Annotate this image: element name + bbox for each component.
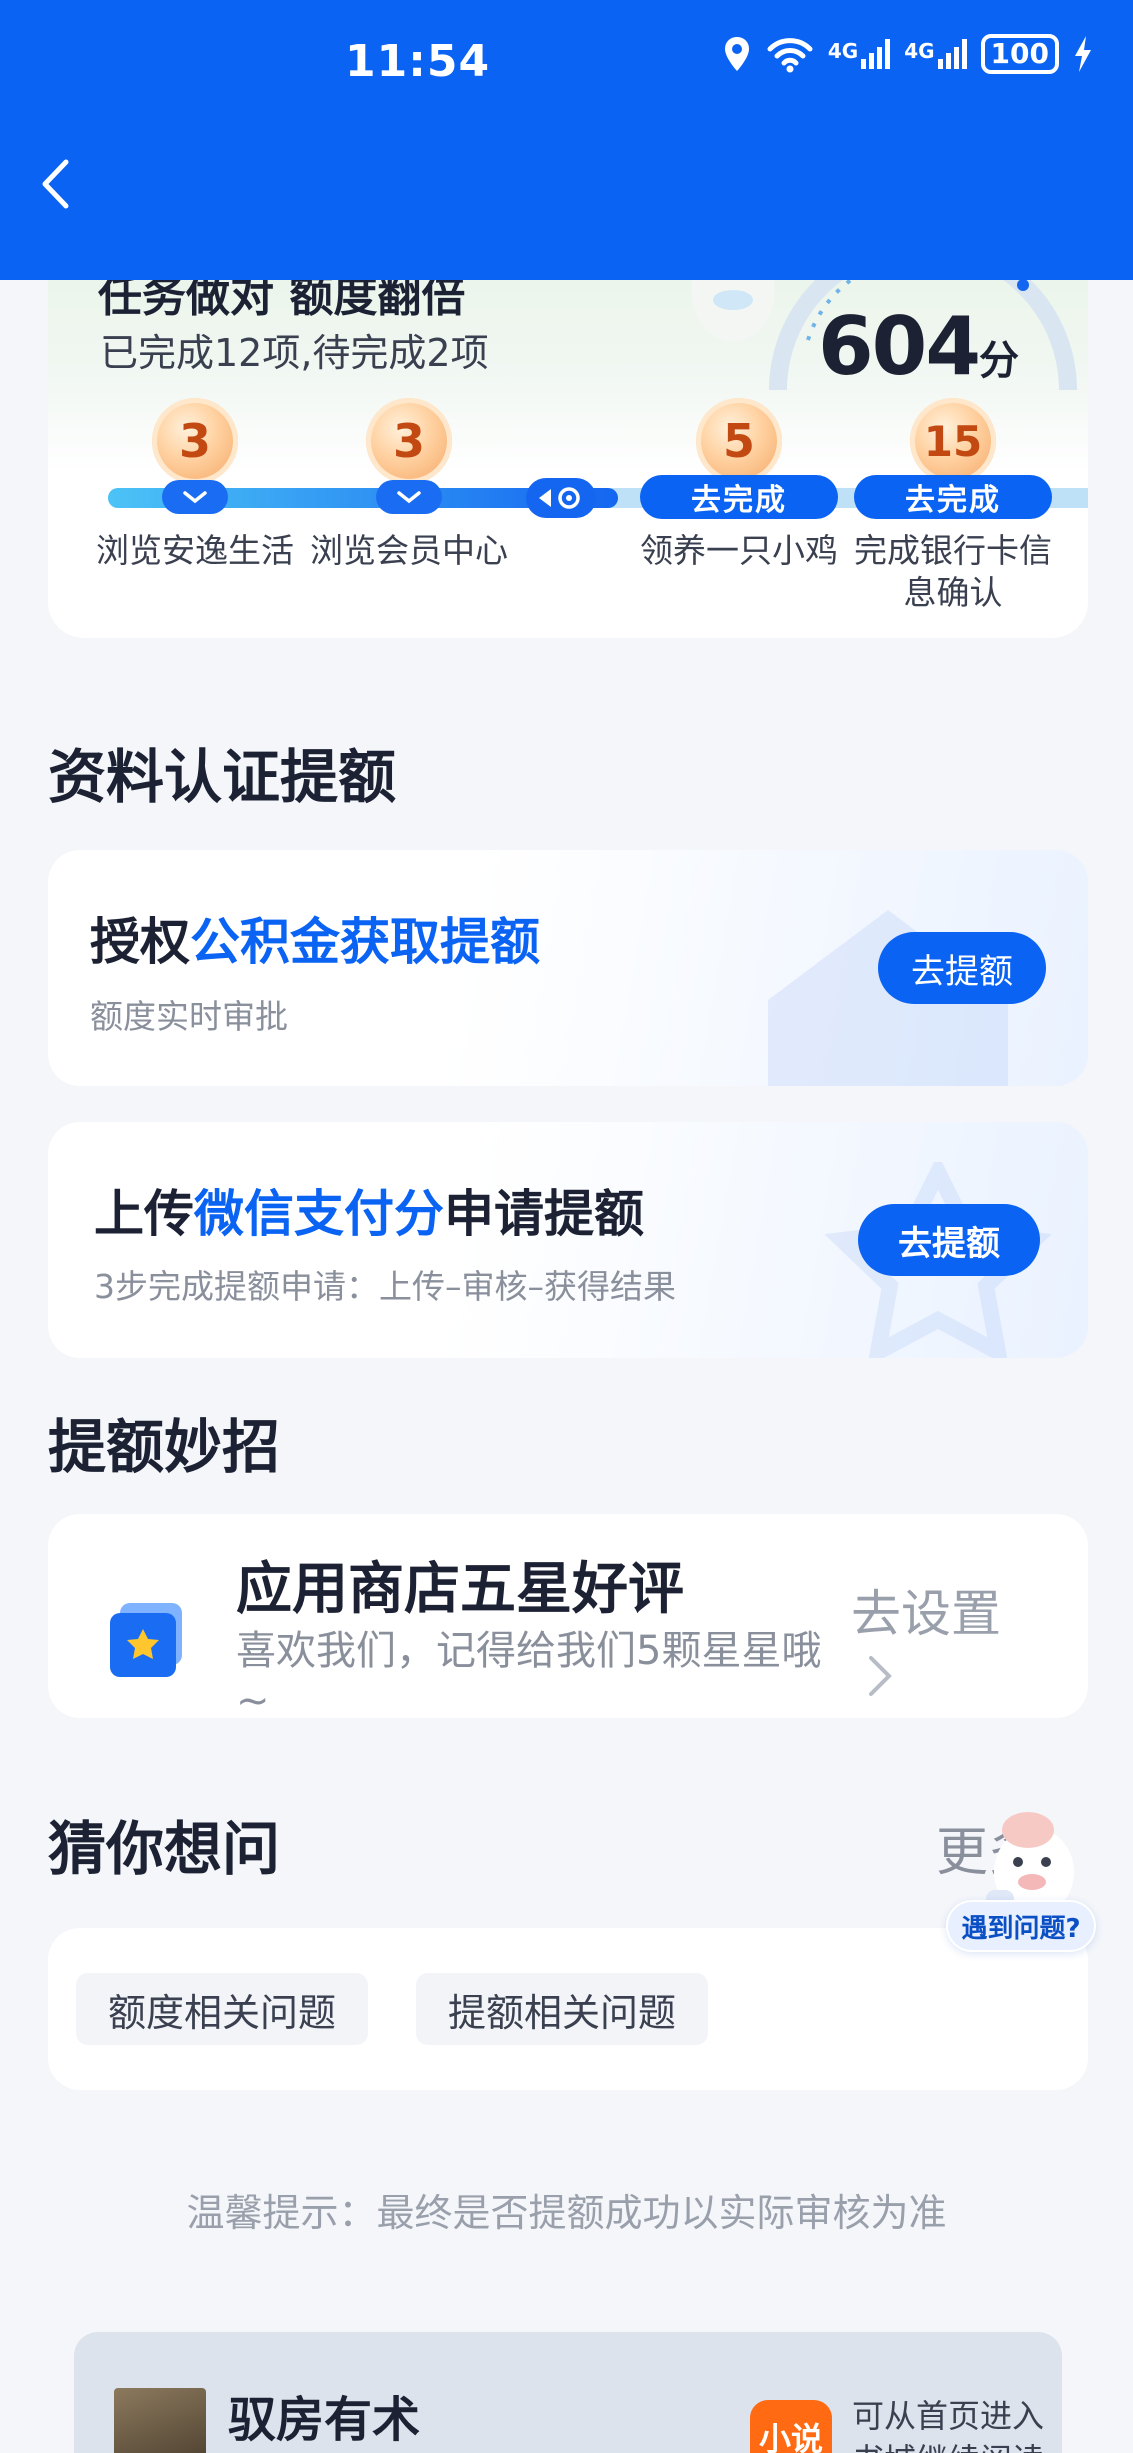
- battery-icon: 100: [980, 34, 1059, 74]
- chevron-left-icon: [42, 159, 69, 209]
- fund-card-title: 授权公积金获取提额: [90, 913, 540, 971]
- task-label: 浏览安逸生活: [96, 531, 294, 570]
- task-label: 浏览会员中心: [310, 531, 508, 570]
- wechat-raise-button[interactable]: 去提额: [858, 1204, 1040, 1276]
- signal-1-icon: 4G: [828, 39, 891, 69]
- faq-chip-raise[interactable]: 提额相关问题: [416, 1973, 708, 2045]
- back-button[interactable]: [40, 150, 88, 218]
- task-go-button[interactable]: 去完成: [854, 475, 1052, 519]
- signal-2-icon: 4G: [904, 39, 967, 69]
- rating-card-desc: 喜欢我们，记得给我们5颗星星哦~: [236, 1628, 822, 1718]
- task-go-button[interactable]: 去完成: [640, 475, 838, 519]
- fund-card[interactable]: 授权公积金获取提额 额度实时审批 去提额: [48, 850, 1088, 1086]
- wifi-icon: [767, 38, 813, 73]
- task-done-badge: [376, 480, 442, 514]
- book-title: 驭房有术: [228, 2392, 421, 2448]
- task-coin: 3: [152, 398, 238, 484]
- tips-section-title: 提额妙招: [48, 1413, 281, 1481]
- novel-hint-text: 可从首页进入书城继续阅读: [852, 2397, 1045, 2453]
- book-cover: [114, 2388, 206, 2453]
- helper-badge[interactable]: 遇到问题?: [946, 1900, 1096, 1952]
- task-coin: 3: [366, 398, 452, 484]
- current-position-marker: [526, 478, 596, 518]
- faq-card: 额度相关问题 提额相关问题: [48, 1928, 1088, 2090]
- task-progress-text: 已完成12项,待完成2项: [100, 331, 489, 375]
- faq-chip-quota[interactable]: 额度相关问题: [76, 1973, 368, 2045]
- task-coin: 5: [696, 398, 782, 484]
- status-time: 11:54: [345, 36, 491, 87]
- fund-card-desc: 额度实时审批: [90, 997, 288, 1036]
- task-coin: 15: [910, 398, 996, 484]
- rating-card-title: 应用商店五星好评: [236, 1557, 684, 1622]
- arrow-marker-icon: [539, 487, 580, 509]
- task-card: 任务做对 额度翻倍 已完成12项,待完成2项 604分 3 浏览安逸生活 3 浏…: [48, 230, 1088, 638]
- chevron-down-icon: [397, 491, 421, 504]
- novel-reading-banner[interactable]: 驭房有术 小说 可从首页进入书城继续阅读: [74, 2332, 1062, 2453]
- fund-raise-button[interactable]: 去提额: [878, 932, 1046, 1004]
- chevron-right-icon: [869, 1656, 892, 1696]
- novel-badge: 小说: [750, 2400, 832, 2453]
- task-label: 完成银行卡信息确认: [854, 531, 1052, 612]
- warm-tip: 温馨提示：最终是否提额成功以实际审核为准: [186, 2191, 947, 2235]
- ticket-star-icon: [110, 1603, 182, 1677]
- verify-section-title: 资料认证提额: [48, 743, 397, 811]
- wechat-card-title: 上传微信支付分申请提额: [94, 1185, 644, 1243]
- app-bar: 11:54 4G 4G 100: [0, 0, 1133, 280]
- location-icon: [724, 37, 749, 71]
- wechat-score-card[interactable]: 上传微信支付分申请提额 3步完成提额申请：上传–审核–获得结果 去提额: [48, 1122, 1088, 1358]
- task-done-badge: [162, 480, 228, 514]
- task-label: 领养一只小鸡: [640, 531, 838, 570]
- credit-score: 604分: [818, 300, 1019, 393]
- chevron-down-icon: [183, 491, 207, 504]
- charging-icon: [1075, 36, 1091, 72]
- faq-section-title: 猜你想问: [48, 1815, 281, 1883]
- rating-setup-link[interactable]: 去设置: [851, 1574, 1001, 1646]
- app-store-rating-card[interactable]: 应用商店五星好评 喜欢我们，记得给我们5颗星星哦~ 去设置: [48, 1514, 1088, 1718]
- status-icons: 4G 4G 100: [722, 34, 1093, 74]
- wechat-card-desc: 3步完成提额申请：上传–审核–获得结果: [94, 1267, 676, 1306]
